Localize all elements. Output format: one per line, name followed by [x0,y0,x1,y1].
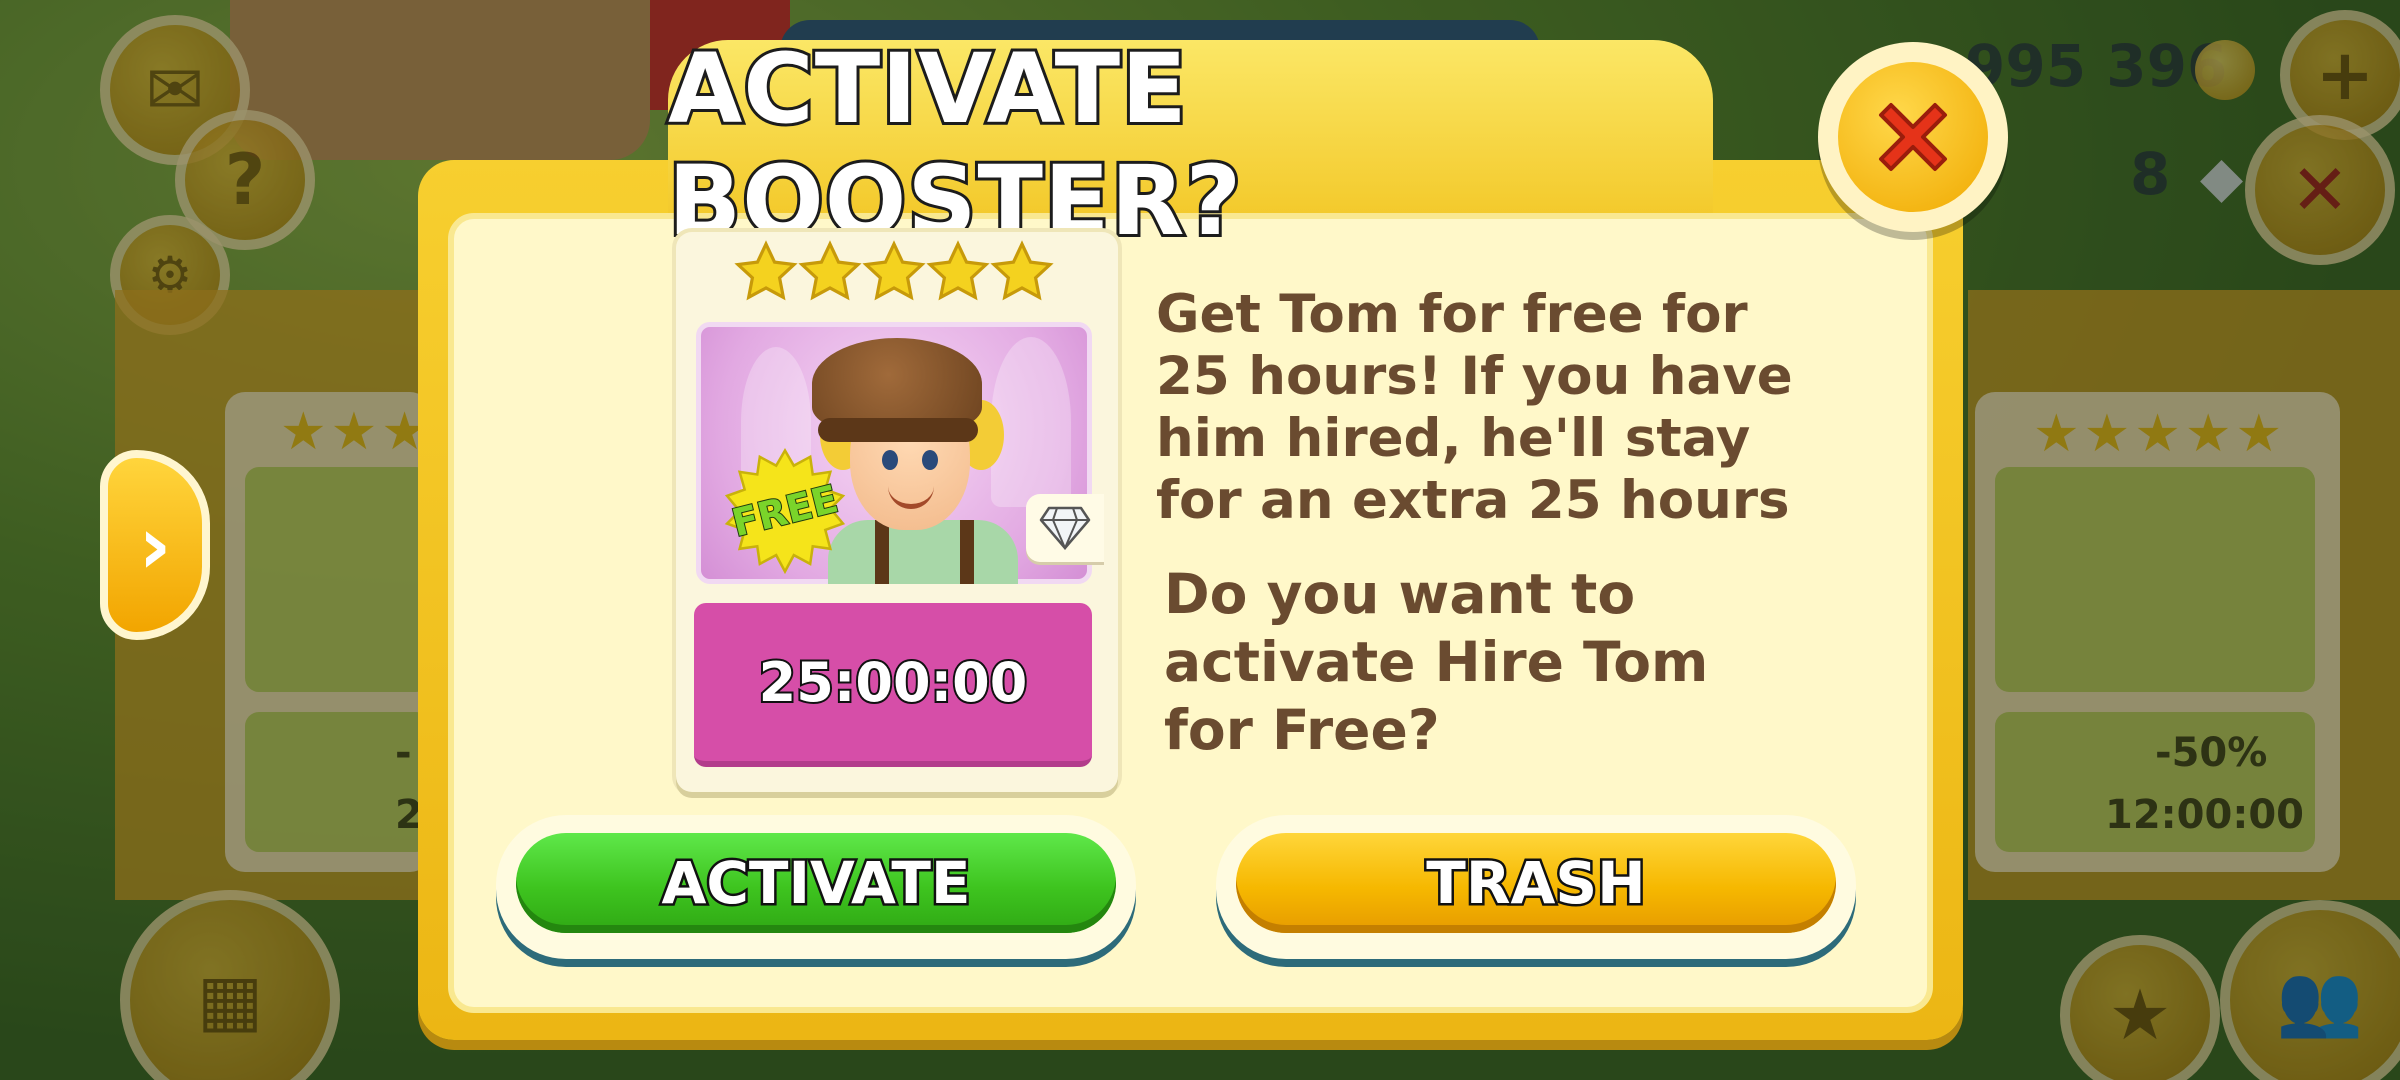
dialog-title: ACTIVATE BOOSTER? [665,30,1244,260]
close-icon [1879,103,1947,171]
booster-duration-box: 25:00:00 [694,603,1092,767]
star-icon [798,240,862,301]
star-rating [734,240,1064,320]
star-icon [990,240,1054,301]
chevron-right-icon: › [138,498,172,592]
booster-description: Get Tom for free for 25 hours! If you ha… [1156,284,1793,531]
star-icon [734,240,798,301]
activation-question: Do you want to activate Hire Tom for Fre… [1164,562,1709,762]
star-icon [926,240,990,301]
tom-cap [812,338,982,430]
trash-button-frame: TRASH [1216,815,1856,959]
previous-booster-button[interactable]: › [100,450,210,640]
activate-button-frame: ACTIVATE [496,815,1136,959]
star-icon [862,240,926,301]
trash-button[interactable]: TRASH [1236,833,1836,933]
diamond-icon [1039,506,1091,550]
close-button[interactable] [1818,42,2008,232]
booster-duration: 25:00:00 [757,649,1030,716]
activate-button[interactable]: ACTIVATE [516,833,1116,933]
gem-badge [1026,494,1104,562]
